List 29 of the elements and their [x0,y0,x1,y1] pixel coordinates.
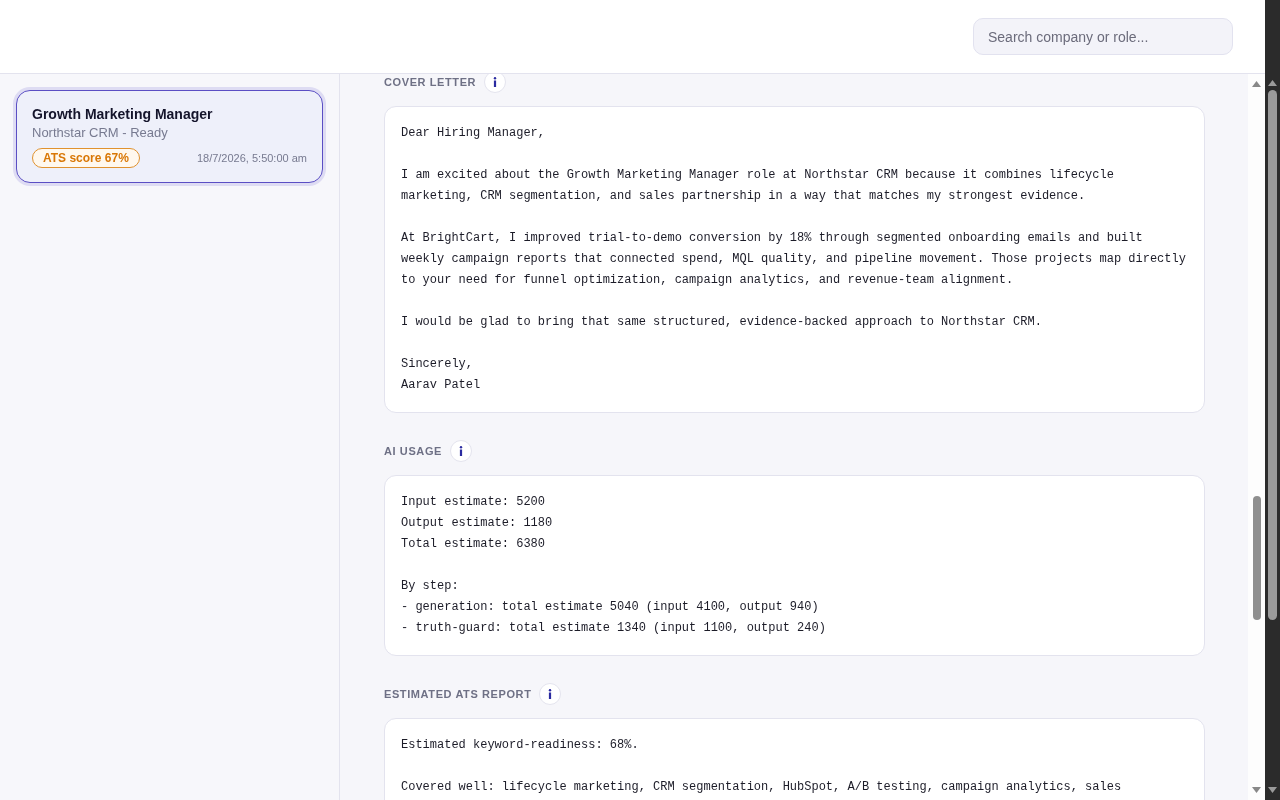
timestamp: 18/7/2026, 5:50:00 am [196,152,307,164]
text-line: Aarav Patel [401,377,482,394]
company-status: Northstar CRM - Ready [32,125,169,140]
info-icon [493,77,498,87]
info-button[interactable] [484,74,507,93]
text-line: I would be glad to bring that same structured, evidence-backed approach to Northstar CRM. [401,314,1043,331]
info-button[interactable] [450,440,472,462]
section-label: COVER LETTER [384,76,477,88]
text-line: By step: [401,578,460,595]
info-icon [459,446,463,456]
ats-score-badge: ATS score 67% [32,148,140,168]
search-field[interactable]: Search company or role... [973,18,1233,55]
text-line: - truth-guard: total estimate 1340 (input 1100, output 240) [401,620,827,637]
text-line: Output estimate: 1180 [401,515,554,532]
text-line: I am excited about the Growth Marketing Manager role at Northstar CRM because it combines lifecycle marketing, CRM segmentation, and sales partnership in a way that matches my strongest evidence. [401,167,1115,205]
text-line: Estimated keyword-readiness: 68%. [401,737,640,754]
text-line: Dear Hiring Manager, [401,125,547,142]
text-line: Input estimate: 5200 [401,494,547,511]
text-line: Sincerely, [401,356,474,373]
text-line: At BrightCart, I improved trial-to-demo conversion by 18% through segmented onboarding emails and built weekly campaign reports that connected spend, MQL quality, and pipeline movement. Those projects map directly to your need for funnel optimization, campaign analytics, and revenue-team alignment. [401,230,1187,289]
text-line: Covered well: lifecycle marketing, CRM segmentation, HubSpot, A/B testing, campaign analytics, sales [401,779,1123,796]
section-label: AI USAGE [384,445,442,457]
section-label: ESTIMATED ATS REPORT [384,688,532,700]
info-icon [548,689,553,699]
job-title: Growth Marketing Manager [32,106,214,122]
application-card[interactable]: Growth Marketing Manager Northstar CRM - Ready ATS score 67% 18/7/2026, 5:50:00 am [16,90,323,183]
info-button[interactable] [539,683,562,705]
text-line: Total estimate: 6380 [401,536,547,553]
text-line: - generation: total estimate 5040 (input 4100, output 940) [401,599,820,616]
